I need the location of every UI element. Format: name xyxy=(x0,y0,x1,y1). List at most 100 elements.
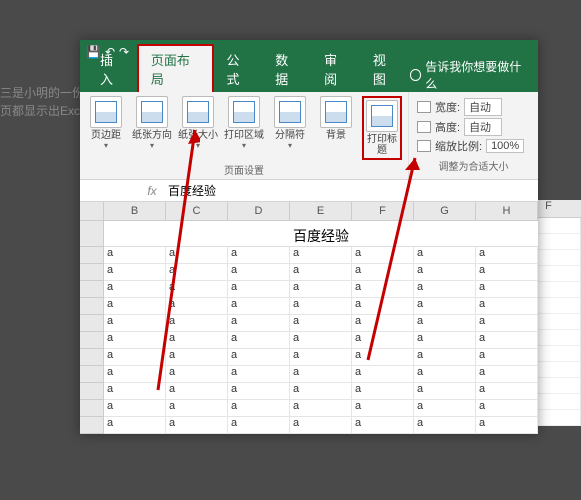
cell[interactable]: a xyxy=(414,383,476,400)
cell[interactable]: a xyxy=(476,400,538,417)
cell[interactable]: a xyxy=(290,264,352,281)
cell[interactable]: a xyxy=(290,247,352,264)
cell[interactable]: a xyxy=(104,366,166,383)
cell[interactable]: a xyxy=(228,383,290,400)
row-header[interactable] xyxy=(80,247,104,264)
col-header[interactable]: E xyxy=(290,202,352,220)
row-header[interactable] xyxy=(80,281,104,298)
cell[interactable]: a xyxy=(414,281,476,298)
col-header[interactable]: B xyxy=(104,202,166,220)
cell[interactable]: a xyxy=(228,417,290,434)
cell[interactable]: a xyxy=(352,332,414,349)
print-area-button[interactable]: 打印区域 ▾ xyxy=(224,96,264,150)
col-header[interactable]: D xyxy=(228,202,290,220)
cell[interactable]: a xyxy=(352,366,414,383)
orientation-button[interactable]: 纸张方向 ▾ xyxy=(132,96,172,150)
cell[interactable]: a xyxy=(104,281,166,298)
col-header[interactable]: C xyxy=(166,202,228,220)
margins-button[interactable]: 页边距 ▾ xyxy=(86,96,126,150)
cell[interactable]: a xyxy=(352,417,414,434)
tab-formulas[interactable]: 公式 xyxy=(214,46,263,92)
background-button[interactable]: 背景 xyxy=(316,96,356,141)
cell[interactable]: a xyxy=(414,247,476,264)
height-select[interactable]: 自动 xyxy=(464,118,502,136)
row-header[interactable] xyxy=(80,349,104,366)
cell[interactable]: a xyxy=(104,315,166,332)
cell[interactable]: a xyxy=(166,281,228,298)
tab-view[interactable]: 视图 xyxy=(361,46,410,92)
size-button[interactable]: 纸张大小 ▾ xyxy=(178,96,218,150)
cell[interactable]: a xyxy=(228,349,290,366)
row-header[interactable] xyxy=(80,315,104,332)
cell[interactable]: a xyxy=(352,264,414,281)
tab-insert[interactable]: 插入 xyxy=(88,46,137,92)
cell[interactable]: a xyxy=(476,417,538,434)
cell[interactable]: a xyxy=(476,366,538,383)
cell[interactable]: a xyxy=(290,417,352,434)
fx-icon[interactable]: fx xyxy=(140,184,164,198)
cell[interactable]: a xyxy=(476,315,538,332)
cell[interactable]: a xyxy=(104,400,166,417)
cell[interactable]: a xyxy=(414,298,476,315)
scale-input[interactable]: 100% xyxy=(486,139,524,153)
cell[interactable]: a xyxy=(166,349,228,366)
cell[interactable]: a xyxy=(352,281,414,298)
row-header[interactable] xyxy=(80,417,104,434)
row-header[interactable] xyxy=(80,383,104,400)
breaks-button[interactable]: 分隔符 ▾ xyxy=(270,96,310,150)
cell[interactable]: a xyxy=(352,298,414,315)
col-header[interactable]: G xyxy=(414,202,476,220)
cell[interactable]: a xyxy=(104,349,166,366)
cell[interactable]: a xyxy=(228,264,290,281)
row-header[interactable] xyxy=(80,221,104,247)
cell[interactable]: a xyxy=(228,332,290,349)
cell[interactable]: a xyxy=(476,383,538,400)
cell[interactable]: a xyxy=(414,332,476,349)
cell[interactable]: a xyxy=(414,264,476,281)
cell[interactable]: a xyxy=(166,366,228,383)
cell[interactable]: a xyxy=(290,281,352,298)
cell[interactable]: a xyxy=(166,383,228,400)
merged-title-cell[interactable]: 百度经验 xyxy=(104,221,538,247)
cell[interactable]: a xyxy=(290,366,352,383)
cell[interactable]: a xyxy=(166,264,228,281)
cell[interactable]: a xyxy=(228,247,290,264)
cell[interactable]: a xyxy=(352,349,414,366)
cell[interactable]: a xyxy=(104,298,166,315)
cell[interactable]: a xyxy=(414,400,476,417)
cell[interactable]: a xyxy=(352,383,414,400)
col-header[interactable]: F xyxy=(352,202,414,220)
cell[interactable]: a xyxy=(290,400,352,417)
print-titles-button[interactable]: 打印标题 xyxy=(362,96,402,160)
cell[interactable]: a xyxy=(166,247,228,264)
cell[interactable]: a xyxy=(166,315,228,332)
cell[interactable]: a xyxy=(290,332,352,349)
cell[interactable]: a xyxy=(228,315,290,332)
cell[interactable]: a xyxy=(104,264,166,281)
row-header[interactable] xyxy=(80,264,104,281)
row-header[interactable] xyxy=(80,400,104,417)
cell[interactable]: a xyxy=(228,281,290,298)
cell[interactable]: a xyxy=(476,247,538,264)
cell[interactable]: a xyxy=(290,315,352,332)
cell[interactable]: a xyxy=(228,366,290,383)
cell[interactable]: a xyxy=(290,349,352,366)
cell[interactable]: a xyxy=(476,349,538,366)
cell[interactable]: a xyxy=(228,298,290,315)
cell[interactable]: a xyxy=(352,400,414,417)
cell[interactable]: a xyxy=(166,298,228,315)
cell[interactable]: a xyxy=(476,298,538,315)
cell[interactable]: a xyxy=(104,332,166,349)
cell[interactable]: a xyxy=(290,298,352,315)
row-header[interactable] xyxy=(80,332,104,349)
formula-input[interactable]: 百度经验 xyxy=(164,182,538,199)
cell[interactable]: a xyxy=(476,281,538,298)
cell[interactable]: a xyxy=(166,400,228,417)
row-header[interactable] xyxy=(80,298,104,315)
width-select[interactable]: 自动 xyxy=(464,98,502,116)
cell[interactable]: a xyxy=(476,332,538,349)
tab-review[interactable]: 审阅 xyxy=(312,46,361,92)
cell[interactable]: a xyxy=(166,417,228,434)
tell-me[interactable]: 告诉我你想要做什么 xyxy=(410,58,538,92)
cell[interactable]: a xyxy=(414,417,476,434)
